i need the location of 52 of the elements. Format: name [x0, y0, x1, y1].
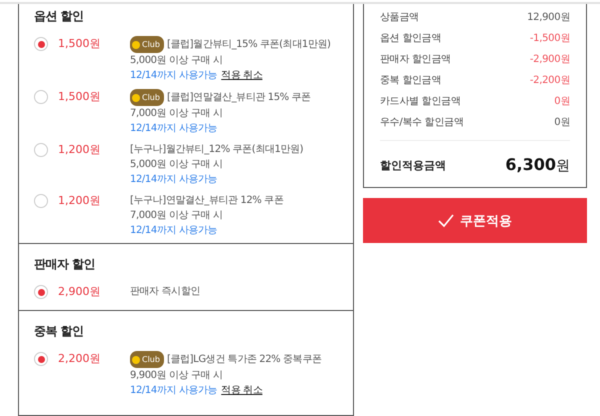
- coupon-name: [클럽]LG생건 특가존 22% 중복쿠폰: [166, 353, 322, 367]
- radio-button[interactable]: [34, 194, 48, 208]
- validity-text: 12/14까지 사용가능: [130, 122, 218, 136]
- summary-label: 우수/복수 할인금액: [380, 116, 464, 128]
- coupon-condition: 7,000원 이상 구매 시: [130, 209, 224, 223]
- total-amount: 6,300원: [505, 155, 570, 175]
- club-badge: Club: [130, 89, 164, 106]
- summary-label: 판매자 할인금액: [380, 52, 451, 66]
- club-badge: Club: [130, 351, 164, 368]
- club-badge: Club: [130, 36, 164, 53]
- radio-button[interactable]: [34, 90, 48, 104]
- coupon-condition: 5,000원 이상 구매 시: [130, 54, 224, 68]
- coupon-name: [누구나]연말결산_뷰티관 12% 쿠폰: [130, 194, 284, 208]
- radio-button[interactable]: [34, 352, 48, 366]
- summary-label: 옵션 할인금액: [380, 32, 442, 44]
- radio-button[interactable]: [34, 37, 48, 51]
- summary-label: 상품금액: [380, 10, 419, 24]
- validity-text: 12/14까지 사용가능: [130, 384, 218, 398]
- validity-text: 12/14까지 사용가능: [130, 173, 218, 187]
- cancel-link[interactable]: 적용 취소: [221, 68, 262, 83]
- summary-value: -2,200원: [530, 74, 570, 86]
- section-title: 판매자 할인: [34, 256, 96, 272]
- coupon-condition: 7,000원 이상 구매 시: [130, 107, 224, 121]
- coupon-amount: 1,500원: [57, 89, 102, 104]
- coupon-name: [누구나]월간뷰티_12% 쿠폰(최대1만원): [130, 143, 304, 157]
- coupon-amount: 1,500원: [57, 36, 102, 51]
- coupon-amount: 2,200원: [57, 351, 102, 366]
- validity-text: 12/14까지 사용가능: [130, 224, 218, 238]
- coupon-amount: 1,200원: [57, 193, 102, 208]
- total-label: 할인적용금액: [380, 158, 446, 172]
- coupon-name: 판매자 즉시할인: [130, 285, 200, 299]
- coupon-condition: 9,900원 이상 구매 시: [130, 369, 224, 383]
- check-icon: [438, 214, 454, 228]
- summary-value: 0원: [554, 116, 570, 128]
- coupon-name: [클럽]연말결산_뷰티관 15% 쿠폰: [166, 91, 311, 105]
- radio-button[interactable]: [34, 143, 48, 157]
- summary-label: 중복 할인금액: [380, 74, 442, 86]
- section-title: 옵션 할인: [34, 8, 85, 24]
- summary-value: 0원: [554, 94, 570, 108]
- validity-text: 12/14까지 사용가능: [130, 69, 218, 83]
- coupon-condition: 5,000원 이상 구매 시: [130, 158, 224, 172]
- apply-coupon-button[interactable]: 쿠폰적용: [363, 198, 587, 243]
- coupon-amount: 2,900원: [57, 284, 102, 299]
- radio-button[interactable]: [34, 285, 48, 299]
- summary-label: 카드사별 할인금액: [380, 94, 460, 108]
- coupon-amount: 1,200원: [57, 142, 102, 157]
- section-title: 중복 할인: [34, 323, 85, 339]
- summary-value: 12,900원: [527, 10, 570, 24]
- cancel-link[interactable]: 적용 취소: [221, 383, 262, 398]
- coupon-name: [클럽]월간뷰티_15% 쿠폰(최대1만원): [166, 38, 331, 52]
- summary-value: -1,500원: [530, 32, 570, 44]
- summary-value: -2,900원: [530, 52, 570, 66]
